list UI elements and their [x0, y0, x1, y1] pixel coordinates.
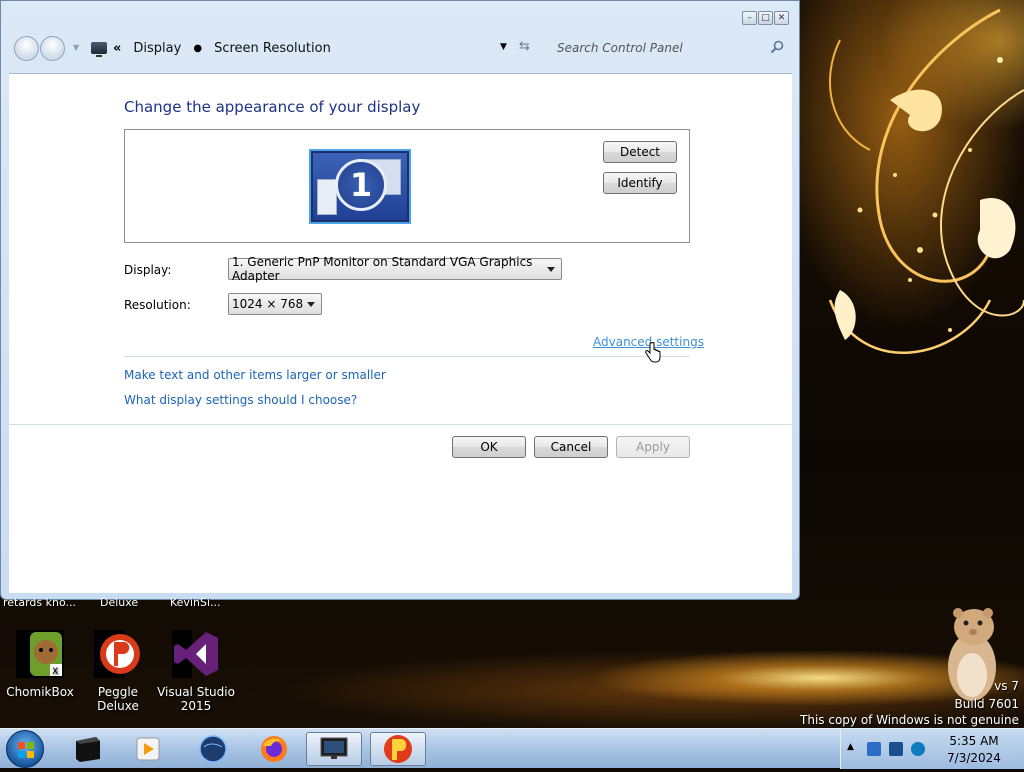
- wallpaper-swirl-graphic: [828, 8, 1024, 354]
- search-input[interactable]: [551, 37, 761, 59]
- monitor-1-thumbnail[interactable]: 1: [309, 149, 411, 224]
- resolution-select[interactable]: 1024 × 768: [228, 293, 322, 315]
- windows-genuine-warning: This copy of Windows is not genuine: [800, 713, 1019, 727]
- navigation-bar: ▼ « Display ● Screen Resolution ▼ ⇆: [11, 33, 791, 63]
- monitor-icon: [320, 737, 348, 759]
- window-caption-buttons: – □ ✕: [742, 11, 789, 25]
- display-select[interactable]: 1. Generic PnP Monitor on Standard VGA G…: [228, 255, 562, 283]
- breadcrumb-separator-icon[interactable]: ●: [193, 43, 202, 54]
- desktop-icon-peggle-deluxe[interactable]: Peggle Deluxe: [78, 630, 158, 713]
- detect-button[interactable]: Detect: [603, 141, 677, 163]
- tray-app-icon[interactable]: [867, 742, 881, 756]
- address-bar[interactable]: « Display ● Screen Resolution ▼: [89, 35, 527, 61]
- resolution-label: Resolution:: [124, 298, 191, 312]
- windows-build-text: Build 7601: [954, 697, 1019, 711]
- media-player-icon: [136, 737, 160, 761]
- cancel-button[interactable]: Cancel: [534, 436, 608, 458]
- chevron-down-icon: [307, 302, 315, 307]
- resolution-select-value: 1024 × 768: [232, 297, 304, 311]
- popcap-icon: [384, 735, 412, 763]
- taskbar-item-firefox[interactable]: [246, 732, 302, 766]
- desktop-icon-label-partial: Deluxe: [100, 596, 139, 609]
- refresh-icon[interactable]: ⇆: [519, 39, 530, 54]
- text-size-link[interactable]: Make text and other items larger or smal…: [124, 368, 386, 382]
- display-select-value: 1. Generic PnP Monitor on Standard VGA G…: [232, 255, 533, 283]
- control-panel-icon: [91, 42, 107, 57]
- desktop-icon-label: Peggle Deluxe: [97, 685, 139, 713]
- desktop-icon-label-partial: retards kno...: [3, 596, 77, 609]
- taskbar-item-browser[interactable]: [185, 732, 241, 766]
- visual-studio-icon: [172, 630, 218, 678]
- preview-window-icon: [317, 179, 337, 215]
- notification-area: ▲ 5:35 AM 7/3/2024: [840, 729, 1024, 769]
- breadcrumb-screen-resolution[interactable]: Screen Resolution: [214, 41, 331, 56]
- desktop-icon-label: ChomikBox: [6, 685, 74, 699]
- close-icon[interactable]: ✕: [774, 11, 789, 25]
- forward-button[interactable]: [40, 36, 65, 61]
- terminal-icon: [76, 737, 100, 762]
- show-hidden-icons-icon[interactable]: ▲: [847, 742, 854, 752]
- hand-cursor-icon: [645, 342, 661, 363]
- ok-button[interactable]: OK: [452, 436, 526, 458]
- start-button[interactable]: [6, 730, 44, 768]
- maximize-icon[interactable]: □: [758, 11, 773, 25]
- clock-date: 7/3/2024: [947, 751, 1001, 765]
- peggle-icon: [94, 630, 140, 678]
- taskbar-item-popcap-game[interactable]: [370, 732, 426, 766]
- section-divider: [124, 356, 690, 357]
- desktop-icon-label: Visual Studio 2015: [157, 685, 235, 713]
- action-center-icon[interactable]: [889, 742, 903, 756]
- chevron-down-icon: [547, 267, 555, 272]
- nav-buttons: [14, 36, 66, 61]
- display-help-link[interactable]: What display settings should I choose?: [124, 393, 357, 407]
- network-icon[interactable]: [911, 742, 925, 756]
- taskbar-item-media-player[interactable]: [120, 732, 176, 766]
- content-pane: Change the appearance of your display 1 …: [9, 73, 792, 593]
- svg-text:X: X: [52, 667, 58, 677]
- back-button[interactable]: [14, 36, 39, 61]
- monitor-preview-area: 1 Detect Identify: [124, 129, 690, 243]
- footer-divider: [9, 424, 792, 425]
- desktop-icon-visual-studio[interactable]: Visual Studio 2015: [156, 630, 236, 713]
- address-dropdown-icon[interactable]: ▼: [500, 42, 507, 52]
- taskbar-item-display-settings[interactable]: [306, 732, 362, 766]
- display-label: Display:: [124, 263, 172, 277]
- minimize-icon[interactable]: –: [742, 11, 757, 25]
- taskbar-item-terminal[interactable]: [60, 732, 116, 766]
- desktop-icon-chomikbox[interactable]: X ChomikBox: [0, 630, 80, 699]
- breadcrumb-display[interactable]: Display: [133, 41, 181, 56]
- page-title: Change the appearance of your display: [124, 98, 421, 116]
- search-icon[interactable]: [769, 39, 785, 55]
- chomikbox-icon: X: [16, 630, 64, 678]
- taskbar: ▲ 5:35 AM 7/3/2024: [0, 728, 1024, 769]
- recent-pages-dropdown-icon[interactable]: ▼: [73, 43, 79, 52]
- identify-button[interactable]: Identify: [603, 172, 677, 194]
- clock-time: 5:35 AM: [949, 734, 999, 748]
- windows-version-text: vs 7: [994, 679, 1019, 693]
- firefox-icon: [261, 736, 287, 762]
- windows-logo-icon: [18, 742, 34, 758]
- globe-icon: [199, 735, 227, 763]
- system-clock[interactable]: 5:35 AM 7/3/2024: [941, 733, 1007, 767]
- screen-resolution-window: – □ ✕ ▼ « Display ● Screen Resolution ▼ …: [0, 0, 800, 600]
- apply-button[interactable]: Apply: [616, 436, 690, 458]
- desktop-icon-label-partial: KevinSi...: [170, 596, 221, 609]
- breadcrumb-overflow[interactable]: «: [113, 41, 121, 56]
- monitor-number-badge: 1: [335, 159, 387, 211]
- search-box[interactable]: [551, 35, 791, 61]
